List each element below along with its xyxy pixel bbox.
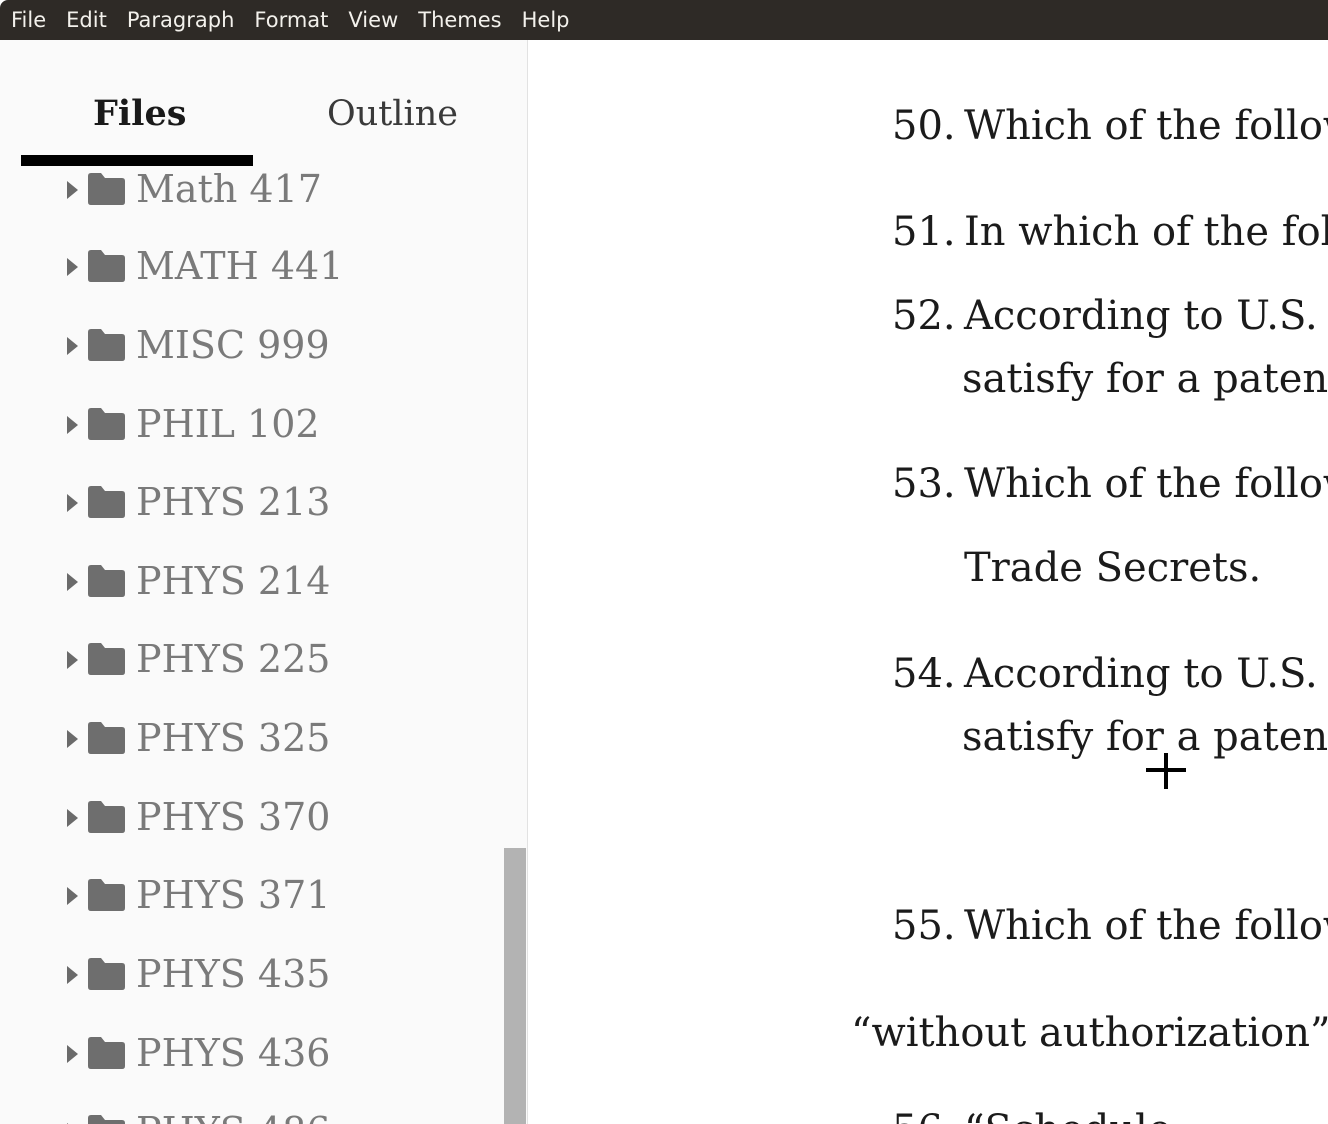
expand-caret-icon[interactable] bbox=[67, 809, 78, 827]
folder-icon bbox=[88, 879, 125, 911]
folder-icon bbox=[88, 408, 125, 440]
folder-label: PHYS 370 bbox=[136, 795, 331, 839]
item-text: According to U.S. p bbox=[964, 651, 1328, 697]
sidebar-tabs: Files Outline bbox=[0, 40, 527, 170]
folder-label: PHYS 325 bbox=[136, 716, 331, 760]
tab-files[interactable]: Files bbox=[93, 90, 186, 138]
active-tab-indicator bbox=[21, 155, 253, 166]
expand-caret-icon[interactable] bbox=[67, 258, 78, 276]
folder-label: PHYS 486 bbox=[136, 1108, 330, 1124]
item-number: 51. bbox=[892, 209, 956, 255]
folder-icon bbox=[88, 1115, 125, 1124]
folder-icon bbox=[88, 643, 125, 675]
item-text: Which of the follow bbox=[964, 103, 1328, 149]
folder-item[interactable]: MATH 441 bbox=[0, 227, 505, 305]
folder-label: Math 417 bbox=[136, 167, 322, 211]
menu-file[interactable]: File bbox=[11, 8, 46, 32]
folder-icon bbox=[88, 329, 125, 361]
menu-themes[interactable]: Themes bbox=[418, 8, 501, 32]
item-continuation: Trade Secrets. bbox=[964, 545, 1262, 591]
folder-label: PHYS 214 bbox=[136, 559, 331, 603]
item-number: 52. bbox=[892, 293, 956, 339]
item-number: 54. bbox=[892, 651, 956, 697]
menu-paragraph[interactable]: Paragraph bbox=[127, 8, 235, 32]
menu-help[interactable]: Help bbox=[522, 8, 570, 32]
folder-item[interactable]: PHYS 213 bbox=[0, 463, 505, 541]
expand-caret-icon[interactable] bbox=[67, 887, 78, 905]
folder-label: PHYS 225 bbox=[136, 637, 331, 681]
item-number: 55. bbox=[892, 903, 956, 949]
folder-label: MISC 999 bbox=[136, 323, 330, 367]
expand-caret-icon[interactable] bbox=[67, 416, 78, 434]
item-continuation: satisfy for a patent bbox=[962, 356, 1328, 402]
folder-item[interactable]: PHYS 486 bbox=[0, 1092, 505, 1124]
folder-item[interactable]: PHYS 225 bbox=[0, 620, 505, 698]
item-continuation: satisfy for a patent bbox=[962, 714, 1328, 760]
expand-caret-icon[interactable] bbox=[67, 573, 78, 591]
document-editor[interactable]: 50. Which of the follow 51. In which of … bbox=[528, 40, 1328, 1124]
expand-caret-icon[interactable] bbox=[67, 651, 78, 669]
folder-item[interactable]: PHIL 102 bbox=[0, 385, 505, 463]
expand-caret-icon[interactable] bbox=[67, 494, 78, 512]
folder-item[interactable]: PHYS 435 bbox=[0, 935, 505, 1013]
folder-label: PHYS 436 bbox=[136, 1031, 331, 1075]
folder-item[interactable]: MISC 999 bbox=[0, 306, 505, 384]
item-text: Which of the follow bbox=[964, 903, 1328, 949]
tab-outline[interactable]: Outline bbox=[327, 90, 458, 138]
folder-icon bbox=[88, 722, 125, 754]
folder-item[interactable]: PHYS 436 bbox=[0, 1014, 505, 1092]
folder-icon bbox=[88, 565, 125, 597]
folder-icon bbox=[88, 1037, 125, 1069]
folder-icon bbox=[88, 173, 125, 205]
item-text: In which of the foll bbox=[964, 209, 1328, 255]
folder-icon bbox=[88, 958, 125, 990]
quoted-text-line: “without authorization”? bbox=[851, 1010, 1328, 1056]
menu-view[interactable]: View bbox=[348, 8, 398, 32]
folder-icon bbox=[88, 801, 125, 833]
folder-item[interactable]: PHYS 325 bbox=[0, 699, 505, 777]
item-number: 50. bbox=[892, 103, 956, 149]
folder-item[interactable]: PHYS 370 bbox=[0, 778, 505, 856]
folder-icon bbox=[88, 486, 125, 518]
sidebar: Math 417 MATH 441 MISC 999 PHIL 102 PHYS… bbox=[0, 40, 528, 1124]
folder-label: PHYS 371 bbox=[136, 873, 331, 917]
folder-label: PHYS 213 bbox=[136, 480, 331, 524]
item-text: Which of the follow bbox=[964, 461, 1328, 507]
crosshair-cursor-icon bbox=[1146, 753, 1186, 789]
sidebar-scrollbar-thumb[interactable] bbox=[504, 848, 526, 1124]
folder-label: PHIL 102 bbox=[136, 402, 320, 446]
expand-caret-icon[interactable] bbox=[67, 337, 78, 355]
item-number: 56. bbox=[892, 1104, 956, 1124]
folder-item[interactable]: PHYS 214 bbox=[0, 542, 505, 620]
expand-caret-icon[interactable] bbox=[67, 181, 78, 199]
expand-caret-icon[interactable] bbox=[67, 730, 78, 748]
folder-label: PHYS 435 bbox=[136, 952, 331, 996]
expand-caret-icon[interactable] bbox=[67, 966, 78, 984]
item-number: 53. bbox=[892, 461, 956, 507]
expand-caret-icon[interactable] bbox=[67, 1045, 78, 1063]
item-text: “Schedule bbox=[964, 1104, 1172, 1124]
folder-label: MATH 441 bbox=[136, 244, 344, 288]
folder-icon bbox=[88, 250, 125, 282]
folder-item[interactable]: PHYS 371 bbox=[0, 856, 505, 934]
menu-bar: File Edit Paragraph Format View Themes H… bbox=[0, 0, 1328, 40]
item-text: According to U.S. p bbox=[964, 293, 1328, 339]
menu-format[interactable]: Format bbox=[254, 8, 328, 32]
menu-edit[interactable]: Edit bbox=[66, 8, 107, 32]
